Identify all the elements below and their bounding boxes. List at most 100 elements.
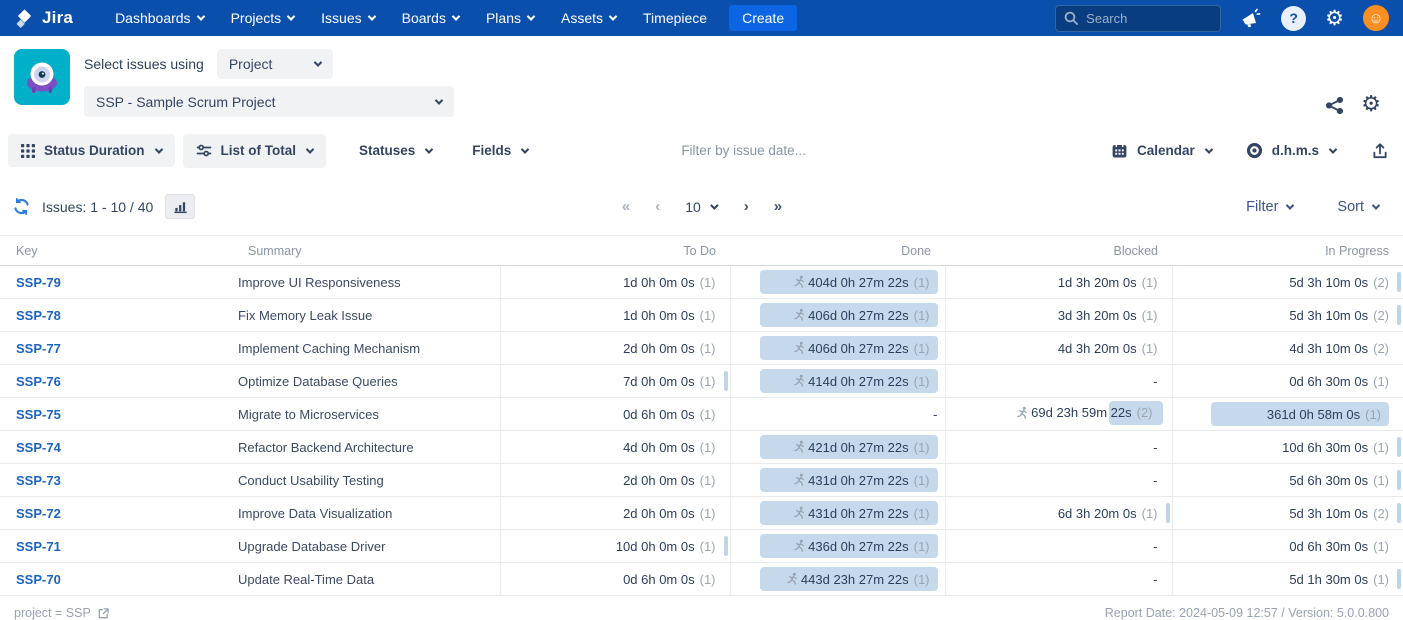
first-page-button[interactable] <box>622 198 629 215</box>
chevron-down-icon <box>196 12 204 20</box>
blocked-cell: 69d 23h 59m 22s(2) <box>945 398 1172 431</box>
report-type-button[interactable]: Status Duration <box>8 134 175 167</box>
fields-button[interactable]: Fields <box>459 134 541 167</box>
issue-key-link[interactable]: SSP-77 <box>16 341 61 356</box>
chevron-down-icon <box>521 145 529 153</box>
time-format-icon <box>1246 142 1263 159</box>
issue-key-link[interactable]: SSP-71 <box>16 539 61 554</box>
duration-value: 10d 0h 0m 0s(1) <box>616 539 716 554</box>
column-header-key[interactable]: Key <box>0 236 232 266</box>
announcements-megaphone-icon[interactable] <box>1240 7 1262 29</box>
bar-chart-icon <box>173 199 188 214</box>
column-header-done[interactable]: Done <box>730 236 945 266</box>
duration-value: 4d 3h 10m 0s(2) <box>1289 341 1389 356</box>
search-input[interactable] <box>1055 5 1221 32</box>
duration-minibar <box>1397 437 1401 457</box>
filter-button[interactable]: Filter <box>1246 199 1293 215</box>
table-row[interactable]: SSP-79 Improve UI Responsiveness 1d 0h 0… <box>0 266 1403 299</box>
duration-value: 5d 1h 30m 0s(1) <box>1289 572 1389 587</box>
blocked-cell: - <box>945 365 1172 398</box>
table-row[interactable]: SSP-74 Refactor Backend Architecture 4d … <box>0 431 1403 464</box>
create-button[interactable]: Create <box>729 5 797 31</box>
next-page-button[interactable] <box>744 198 748 215</box>
nav-item-boards[interactable]: Boards <box>402 10 459 26</box>
issue-date-filter[interactable]: Filter by issue date... <box>681 143 806 158</box>
duration-value: - <box>1153 473 1157 488</box>
refresh-icon[interactable] <box>12 197 31 216</box>
duration-value: 2d 0h 0m 0s(1) <box>623 341 715 356</box>
issue-key-link[interactable]: SSP-73 <box>16 473 61 488</box>
running-status-pill: 421d 0h 27m 22s(1) <box>760 435 938 459</box>
issue-key-link[interactable]: SSP-76 <box>16 374 61 389</box>
chevron-down-icon <box>1329 145 1337 153</box>
duration-value: 3d 3h 20m 0s(1) <box>1058 308 1158 323</box>
nav-item-plans[interactable]: Plans <box>486 10 534 26</box>
user-avatar[interactable] <box>1363 5 1389 31</box>
duration-value: 0d 6h 30m 0s(1) <box>1289 539 1389 554</box>
inprogress-cell: 10d 6h 30m 0s(1) <box>1172 431 1403 464</box>
duration-value: - <box>1153 539 1157 554</box>
last-page-button[interactable] <box>774 198 781 215</box>
jira-logo[interactable]: Jira <box>14 8 73 29</box>
duration-value: - <box>933 407 937 422</box>
nav-item-dashboards[interactable]: Dashboards <box>115 10 204 26</box>
table-row[interactable]: SSP-78 Fix Memory Leak Issue 1d 0h 0m 0s… <box>0 299 1403 332</box>
table-row[interactable]: SSP-72 Improve Data Visualization 2d 0h … <box>0 497 1403 530</box>
inprogress-cell: 5d 6h 30m 0s(1) <box>1172 464 1403 497</box>
external-link-icon[interactable] <box>97 607 110 620</box>
time-format-button[interactable]: d.h.m.s <box>1233 133 1349 168</box>
top-navigation-bar: Jira Dashboards Projects Issues Boards P… <box>0 0 1403 36</box>
duration-value: 5d 6h 30m 0s(1) <box>1289 473 1389 488</box>
column-header-inprogress[interactable]: In Progress <box>1172 236 1403 266</box>
table-row[interactable]: SSP-75 Migrate to Microservices 0d 6h 0m… <box>0 398 1403 431</box>
project-select[interactable]: SSP - Sample Scrum Project <box>84 86 454 117</box>
runner-icon <box>1015 406 1029 420</box>
help-icon[interactable] <box>1281 6 1306 31</box>
chart-view-toggle[interactable] <box>165 194 195 219</box>
duration-value: 5d 3h 10m 0s(2) <box>1289 275 1389 290</box>
settings-gear-icon[interactable] <box>1325 8 1344 29</box>
share-icon[interactable] <box>1325 96 1344 115</box>
table-row[interactable]: SSP-77 Implement Caching Mechanism 2d 0h… <box>0 332 1403 365</box>
table-row[interactable]: SSP-71 Upgrade Database Driver 10d 0h 0m… <box>0 530 1403 563</box>
duration-value: 5d 3h 10m 0s(2) <box>1289 506 1389 521</box>
nav-item-projects[interactable]: Projects <box>231 10 295 26</box>
pagination-bar: Issues: 1 - 10 / 40 10 Filter Sort <box>0 180 1403 235</box>
issue-key-link[interactable]: SSP-70 <box>16 572 61 587</box>
duration-minibar <box>1397 503 1401 523</box>
issue-key-link[interactable]: SSP-75 <box>16 407 61 422</box>
issue-summary: Improve Data Visualization <box>232 497 500 530</box>
list-mode-button[interactable]: List of Total <box>183 134 327 168</box>
nav-item-assets[interactable]: Assets <box>561 10 616 26</box>
column-header-blocked[interactable]: Blocked <box>945 236 1172 266</box>
issue-key-link[interactable]: SSP-78 <box>16 308 61 323</box>
chevron-down-icon <box>711 201 719 209</box>
issue-source-selects: Select issues using Project SSP - Sample… <box>84 49 454 117</box>
column-header-todo[interactable]: To Do <box>500 236 730 266</box>
calendar-icon <box>1111 142 1128 159</box>
duration-minibar <box>724 536 728 556</box>
calendar-button[interactable]: Calendar <box>1098 133 1225 168</box>
table-row[interactable]: SSP-76 Optimize Database Queries 7d 0h 0… <box>0 365 1403 398</box>
sort-button[interactable]: Sort <box>1337 199 1379 215</box>
runner-icon <box>792 506 806 520</box>
page-size-select[interactable]: 10 <box>685 199 718 215</box>
column-header-summary[interactable]: Summary <box>232 236 500 266</box>
issue-source-mode-select[interactable]: Project <box>217 49 333 79</box>
issue-key-link[interactable]: SSP-74 <box>16 440 61 455</box>
previous-page-button[interactable] <box>655 198 659 215</box>
export-icon[interactable] <box>1371 142 1389 160</box>
issue-summary: Implement Caching Mechanism <box>232 332 500 365</box>
key-cell: SSP-70 <box>0 563 232 596</box>
table-row[interactable]: SSP-73 Conduct Usability Testing 2d 0h 0… <box>0 464 1403 497</box>
table-row[interactable]: SSP-70 Update Real-Time Data 0d 6h 0m 0s… <box>0 563 1403 596</box>
nav-item-issues[interactable]: Issues <box>321 10 374 26</box>
issue-key-link[interactable]: SSP-72 <box>16 506 61 521</box>
runner-icon <box>792 539 806 553</box>
issue-key-link[interactable]: SSP-79 <box>16 275 61 290</box>
statuses-button[interactable]: Statuses <box>346 134 445 167</box>
report-settings-gear-icon[interactable] <box>1361 93 1381 115</box>
done-cell: 431d 0h 27m 22s(1) <box>730 497 945 530</box>
issue-summary: Refactor Backend Architecture <box>232 431 500 464</box>
nav-item-timepiece[interactable]: Timepiece <box>643 10 707 26</box>
